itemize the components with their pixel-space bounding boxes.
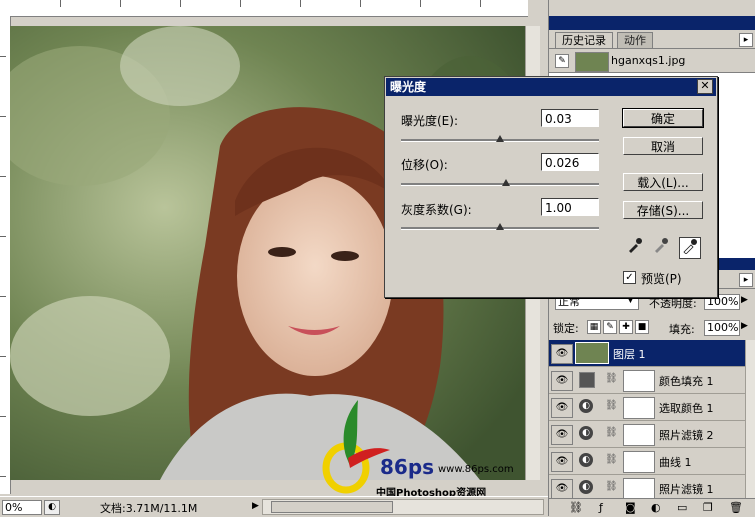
- eye-icon[interactable]: 👁: [551, 479, 573, 499]
- link-layers-icon[interactable]: ⛓: [569, 501, 583, 514]
- link-icon[interactable]: ⛓: [605, 454, 618, 465]
- exposure-dialog: 曝光度 ✕ 曝光度(E): 0.03 位移(O): 0.026 灰度系数(G):…: [384, 76, 718, 298]
- layer-row[interactable]: 👁 ⛓ 颜色填充 1: [549, 367, 745, 394]
- navigator-icon[interactable]: ◐: [44, 500, 60, 515]
- gamma-label: 灰度系数(G):: [401, 203, 472, 217]
- exposure-label: 曝光度(E):: [401, 114, 458, 128]
- cancel-button[interactable]: 取消: [623, 137, 703, 155]
- snapshot-name: hganxqs1.jpg: [611, 54, 686, 67]
- layer-mask-thumbnail: [623, 451, 655, 473]
- layer-row[interactable]: 👁 ◐ ⛓ 曲线 1: [549, 448, 745, 475]
- layers-scrollbar[interactable]: [745, 340, 755, 510]
- new-layer-icon[interactable]: ❐: [703, 501, 713, 514]
- watermark-logo: 86ps www.86ps.com 中国Photoshop资源网: [318, 396, 528, 499]
- layer-name: 图层 1: [613, 348, 646, 361]
- layer-row[interactable]: 👁 图层 1: [549, 340, 745, 367]
- eye-icon[interactable]: 👁: [551, 452, 573, 472]
- layers-footer-toolbar: ⛓ ƒ ◙ ◐ ▭ ❐ 🗑: [549, 498, 755, 517]
- eye-icon[interactable]: 👁: [551, 344, 573, 364]
- layer-mask-thumbnail: [623, 424, 655, 446]
- palette-menu-icon[interactable]: ▸: [739, 33, 753, 47]
- fill-label: 填充:: [669, 323, 695, 336]
- tab-history[interactable]: 历史记录: [555, 32, 613, 48]
- link-icon[interactable]: ⛓: [605, 481, 618, 492]
- layers-menu-icon[interactable]: ▸: [739, 273, 753, 287]
- eye-icon[interactable]: 👁: [551, 425, 573, 445]
- offset-input[interactable]: 0.026: [541, 153, 599, 171]
- scrollbar-thumb[interactable]: [271, 501, 393, 513]
- horizontal-ruler: [0, 0, 528, 17]
- history-snapshot-row[interactable]: ✎ hganxqs1.jpg: [549, 50, 755, 72]
- offset-label: 位移(O):: [401, 158, 448, 172]
- fill-field[interactable]: 100%: [704, 320, 740, 336]
- exposure-input[interactable]: 0.03: [541, 109, 599, 127]
- black-eyedropper-icon[interactable]: [625, 237, 645, 257]
- dialog-title[interactable]: 曝光度: [386, 78, 716, 96]
- lock-transparency-icon[interactable]: ▦: [587, 320, 601, 334]
- eye-icon[interactable]: 👁: [551, 398, 573, 418]
- layer-name: 曲线 1: [659, 456, 692, 469]
- lock-position-icon[interactable]: ✚: [619, 320, 633, 334]
- layer-row[interactable]: 👁 ◐ ⛓ 选取颜色 1: [549, 394, 745, 421]
- layers-controls: 正常 ▼ 不透明度: 100% ▶ 锁定: ▦ ✎ ✚ ■ 填充: 100% ▶: [549, 292, 755, 340]
- opacity-slider-arrow-icon[interactable]: ▶: [741, 295, 748, 305]
- link-icon[interactable]: ⛓: [605, 373, 618, 384]
- exposure-slider[interactable]: [401, 135, 599, 142]
- status-menu-arrow-icon[interactable]: ▶: [252, 501, 259, 511]
- add-mask-icon[interactable]: ◙: [625, 501, 636, 514]
- exposure-slider-knob[interactable]: [496, 135, 504, 142]
- adjustment-layer-icon: ◐: [579, 426, 593, 440]
- layer-name: 照片滤镜 2: [659, 429, 714, 442]
- gamma-slider-knob[interactable]: [496, 223, 504, 230]
- ok-button[interactable]: 确定: [622, 108, 704, 128]
- 86ps-logo-icon: 86ps: [322, 400, 434, 494]
- fill-slider-arrow-icon[interactable]: ▶: [741, 321, 748, 331]
- layer-name: 选取颜色 1: [659, 402, 714, 415]
- layer-name: 照片滤镜 1: [659, 483, 714, 496]
- link-icon[interactable]: ⛓: [605, 427, 618, 438]
- snapshot-thumbnail: [575, 52, 609, 72]
- zoom-level-field[interactable]: 0%: [2, 500, 42, 515]
- layer-thumbnail: [575, 342, 609, 364]
- layer-row[interactable]: 👁 ◐ ⛓ 照片滤镜 2: [549, 421, 745, 448]
- lock-label: 锁定:: [553, 322, 579, 335]
- offset-slider[interactable]: [401, 179, 599, 186]
- offset-slider-knob[interactable]: [501, 179, 510, 186]
- layer-style-icon[interactable]: ƒ: [599, 501, 603, 514]
- watermark-url: www.86ps.com: [438, 464, 514, 475]
- adjustment-layer-icon: ◐: [579, 453, 593, 467]
- trash-icon[interactable]: 🗑: [729, 501, 743, 514]
- document-size-info: 文档:3.71M/11.1M: [100, 502, 198, 515]
- load-button[interactable]: 载入(L)...: [623, 173, 703, 191]
- adjustment-layer-icon: ◐: [579, 480, 593, 494]
- preview-label: 预览(P): [641, 272, 682, 286]
- lock-all-icon[interactable]: ■: [635, 320, 649, 334]
- new-adjustment-icon[interactable]: ◐: [651, 501, 661, 514]
- history-palette-titlebar[interactable]: [549, 16, 755, 30]
- gray-eyedropper-icon[interactable]: [651, 237, 671, 257]
- save-button[interactable]: 存储(S)...: [623, 201, 703, 219]
- lock-pixels-icon[interactable]: ✎: [603, 320, 617, 334]
- history-tabs: 历史记录 动作 ▸: [549, 30, 755, 49]
- canvas-horizontal-scrollbar[interactable]: [262, 499, 544, 515]
- history-brush-source-icon[interactable]: ✎: [555, 54, 569, 68]
- tab-actions[interactable]: 动作: [617, 32, 653, 48]
- close-icon[interactable]: ✕: [697, 79, 713, 94]
- preview-checkbox[interactable]: ✓: [623, 271, 636, 284]
- adjustment-layer-icon: ◐: [579, 399, 593, 413]
- layer-name: 颜色填充 1: [659, 375, 714, 388]
- gamma-input[interactable]: 1.00: [541, 198, 599, 216]
- layer-mask-thumbnail: [623, 370, 655, 392]
- gamma-slider[interactable]: [401, 223, 599, 230]
- white-eyedropper-icon[interactable]: [679, 237, 701, 259]
- layer-mask-thumbnail: [623, 478, 655, 500]
- fill-swatch-icon: [579, 372, 595, 388]
- link-icon[interactable]: ⛓: [605, 400, 618, 411]
- eye-icon[interactable]: 👁: [551, 371, 573, 391]
- layers-list: 👁 图层 1 👁 ⛓ 颜色填充 1 👁 ◐ ⛓ 选取颜色 1 👁 ◐ ⛓ 照片滤…: [549, 340, 745, 510]
- new-group-icon[interactable]: ▭: [677, 501, 687, 514]
- layer-mask-thumbnail: [623, 397, 655, 419]
- svg-text:86ps: 86ps: [380, 455, 434, 479]
